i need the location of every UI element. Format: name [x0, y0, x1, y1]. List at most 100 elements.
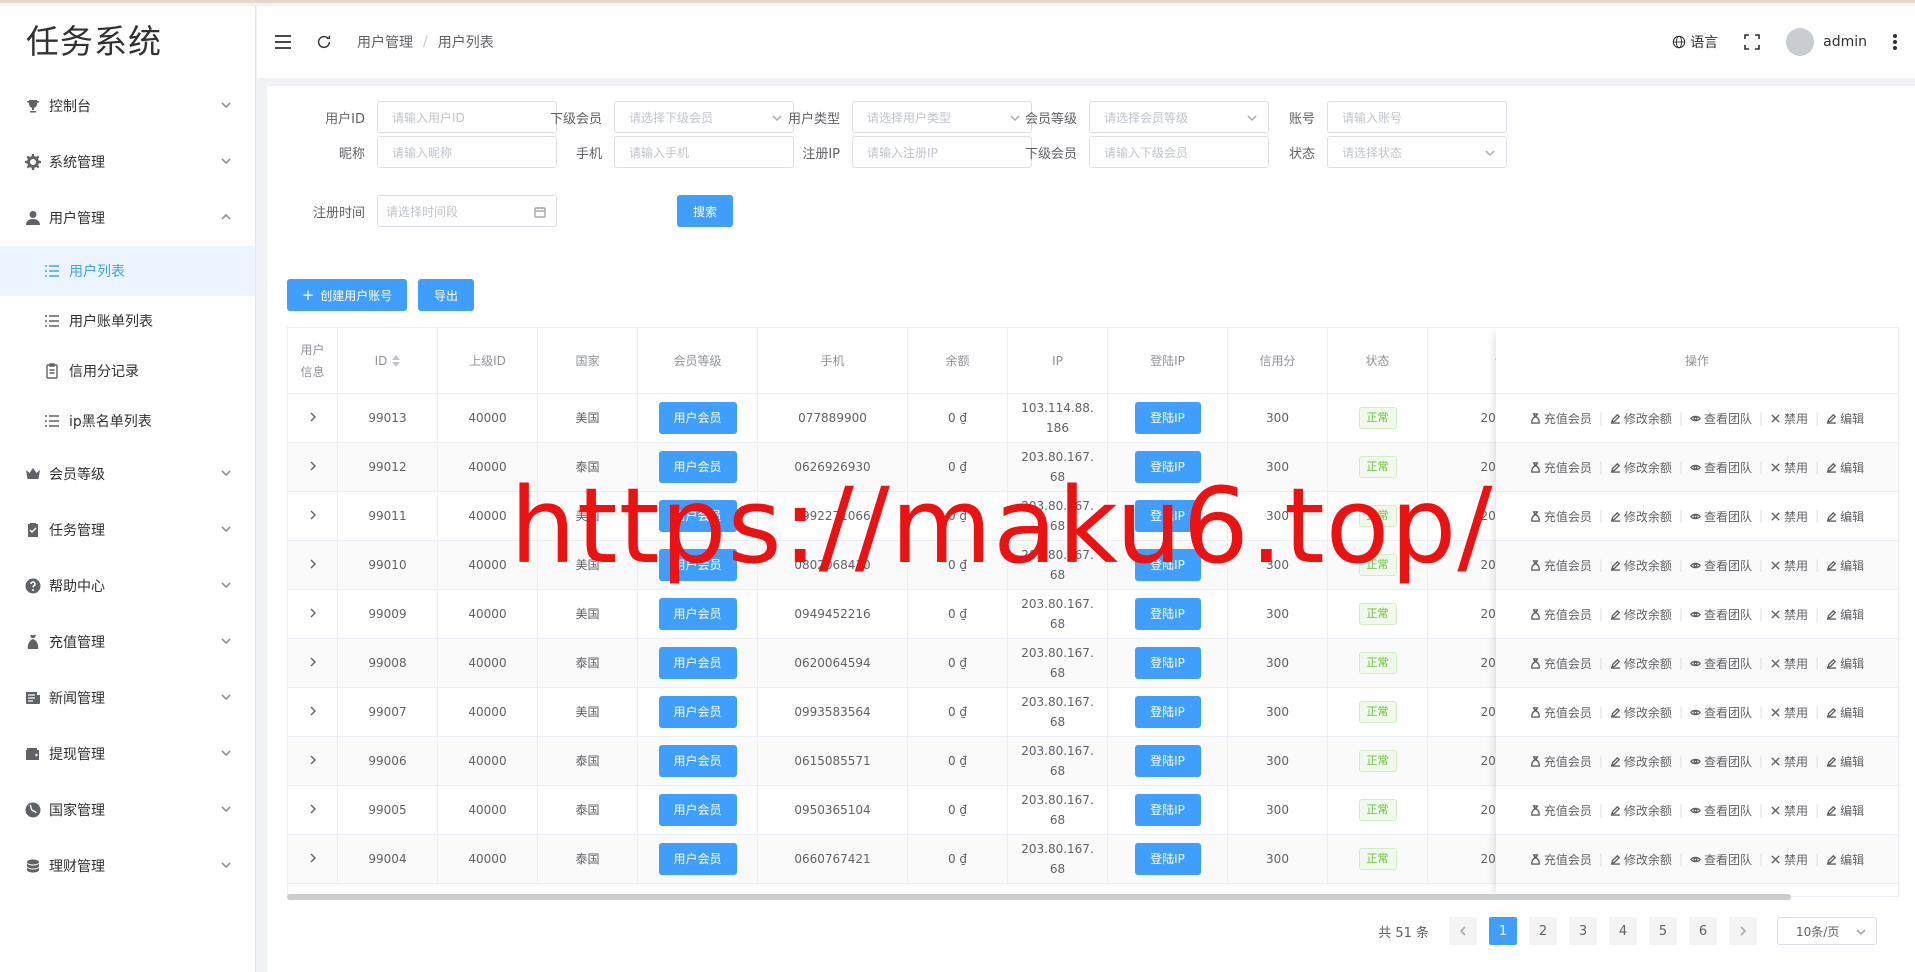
modify-balance-button[interactable]: 修改余额	[1610, 704, 1672, 721]
chevron-right-icon[interactable]	[308, 653, 318, 673]
edit-button[interactable]: 编辑	[1826, 508, 1864, 525]
modify-balance-button[interactable]: 修改余额	[1610, 802, 1672, 819]
page-button[interactable]: 2	[1529, 917, 1557, 945]
refresh-icon[interactable]	[315, 33, 333, 51]
sidebar-item-6[interactable]: 充值管理	[0, 614, 255, 670]
page-button[interactable]: 5	[1649, 917, 1677, 945]
disable-button[interactable]: 禁用	[1770, 606, 1808, 623]
disable-button[interactable]: 禁用	[1770, 704, 1808, 721]
chevron-right-icon[interactable]	[308, 849, 318, 869]
page-button[interactable]: 4	[1609, 917, 1637, 945]
view-team-button[interactable]: 查看团队	[1690, 704, 1752, 721]
sidebar-item-2[interactable]: 用户管理	[0, 190, 255, 246]
sidebar-item-1[interactable]: 系统管理	[0, 134, 255, 190]
prev-page-button[interactable]	[1449, 917, 1477, 945]
chevron-right-icon[interactable]	[308, 457, 318, 477]
recharge-member-button[interactable]: 充值会员	[1530, 557, 1592, 574]
sidebar-subitem-1[interactable]: 用户账单列表	[0, 296, 255, 346]
view-team-button[interactable]: 查看团队	[1690, 557, 1752, 574]
view-team-button[interactable]: 查看团队	[1690, 802, 1752, 819]
chevron-right-icon[interactable]	[308, 751, 318, 771]
page-button[interactable]: 6	[1689, 917, 1717, 945]
edit-button[interactable]: 编辑	[1826, 655, 1864, 672]
sidebar-subitem-2[interactable]: 信用分记录	[0, 346, 255, 396]
view-team-button[interactable]: 查看团队	[1690, 459, 1752, 476]
recharge-member-button[interactable]: 充值会员	[1530, 802, 1592, 819]
modify-balance-button[interactable]: 修改余额	[1610, 459, 1672, 476]
member-level-button[interactable]: 用户会员	[658, 696, 737, 728]
sidebar-item-4[interactable]: 任务管理	[0, 502, 255, 558]
member-level-button[interactable]: 用户会员	[658, 794, 737, 826]
sidebar-item-3[interactable]: 会员等级	[0, 446, 255, 502]
login-ip-button[interactable]: 登陆IP	[1134, 402, 1201, 434]
chevron-right-icon[interactable]	[308, 506, 318, 526]
chevron-right-icon[interactable]	[308, 702, 318, 722]
modify-balance-button[interactable]: 修改余额	[1610, 410, 1672, 427]
member-level-button[interactable]: 用户会员	[658, 598, 737, 630]
recharge-member-button[interactable]: 充值会员	[1530, 410, 1592, 427]
fullscreen-icon[interactable]	[1744, 34, 1760, 50]
member-level-button[interactable]: 用户会员	[658, 500, 737, 532]
disable-button[interactable]: 禁用	[1770, 557, 1808, 574]
recharge-member-button[interactable]: 充值会员	[1530, 851, 1592, 868]
breadcrumb-item-user-management[interactable]: 用户管理	[357, 32, 413, 52]
edit-button[interactable]: 编辑	[1826, 851, 1864, 868]
username[interactable]: admin	[1823, 34, 1867, 50]
recharge-member-button[interactable]: 充值会员	[1530, 508, 1592, 525]
recharge-member-button[interactable]: 充值会员	[1530, 655, 1592, 672]
chevron-right-icon[interactable]	[308, 604, 318, 624]
view-team-button[interactable]: 查看团队	[1690, 655, 1752, 672]
sidebar-subitem-0[interactable]: 用户列表	[0, 246, 255, 296]
next-page-button[interactable]	[1729, 917, 1757, 945]
modify-balance-button[interactable]: 修改余额	[1610, 557, 1672, 574]
column-header-id[interactable]: ID	[338, 328, 438, 393]
date-range-picker[interactable]: 请选择时间段	[377, 195, 557, 227]
sidebar-item-5[interactable]: 帮助中心	[0, 558, 255, 614]
member-level-button[interactable]: 用户会员	[658, 451, 737, 483]
search-button[interactable]: 搜索	[677, 195, 733, 227]
view-team-button[interactable]: 查看团队	[1690, 753, 1752, 770]
member-level-button[interactable]: 用户会员	[658, 402, 737, 434]
hamburger-icon[interactable]	[273, 32, 293, 52]
login-ip-button[interactable]: 登陆IP	[1134, 647, 1201, 679]
page-button[interactable]: 1	[1489, 917, 1517, 945]
disable-button[interactable]: 禁用	[1770, 655, 1808, 672]
create-user-button[interactable]: + 创建用户账号	[287, 279, 407, 311]
login-ip-button[interactable]: 登陆IP	[1134, 745, 1201, 777]
login-ip-button[interactable]: 登陆IP	[1134, 696, 1201, 728]
view-team-button[interactable]: 查看团队	[1690, 410, 1752, 427]
sidebar-item-10[interactable]: 理财管理	[0, 838, 255, 894]
edit-button[interactable]: 编辑	[1826, 557, 1864, 574]
disable-button[interactable]: 禁用	[1770, 459, 1808, 476]
language-switch[interactable]: 语言	[1672, 32, 1718, 52]
avatar[interactable]	[1786, 28, 1815, 56]
view-team-button[interactable]: 查看团队	[1690, 508, 1752, 525]
edit-button[interactable]: 编辑	[1826, 753, 1864, 770]
edit-button[interactable]: 编辑	[1826, 704, 1864, 721]
disable-button[interactable]: 禁用	[1770, 753, 1808, 770]
edit-button[interactable]: 编辑	[1826, 410, 1864, 427]
login-ip-button[interactable]: 登陆IP	[1134, 843, 1201, 875]
sidebar-item-8[interactable]: 提现管理	[0, 726, 255, 782]
page-size-select[interactable]: 10条/页	[1777, 917, 1877, 945]
page-button[interactable]: 3	[1569, 917, 1597, 945]
login-ip-button[interactable]: 登陆IP	[1134, 500, 1201, 532]
login-ip-button[interactable]: 登陆IP	[1134, 598, 1201, 630]
horizontal-scrollbar[interactable]	[287, 894, 1791, 900]
modify-balance-button[interactable]: 修改余额	[1610, 508, 1672, 525]
member-level-button[interactable]: 用户会员	[658, 549, 737, 581]
member-level-button[interactable]: 用户会员	[658, 843, 737, 875]
chevron-right-icon[interactable]	[308, 800, 318, 820]
modify-balance-button[interactable]: 修改余额	[1610, 851, 1672, 868]
recharge-member-button[interactable]: 充值会员	[1530, 459, 1592, 476]
chevron-right-icon[interactable]	[308, 555, 318, 575]
more-vertical-icon[interactable]	[1893, 34, 1897, 50]
sidebar-item-7[interactable]: 新闻管理	[0, 670, 255, 726]
edit-button[interactable]: 编辑	[1826, 459, 1864, 476]
recharge-member-button[interactable]: 充值会员	[1530, 704, 1592, 721]
modify-balance-button[interactable]: 修改余额	[1610, 753, 1672, 770]
sidebar-subitem-3[interactable]: ip黑名单列表	[0, 396, 255, 446]
view-team-button[interactable]: 查看团队	[1690, 851, 1752, 868]
view-team-button[interactable]: 查看团队	[1690, 606, 1752, 623]
member-level-button[interactable]: 用户会员	[658, 647, 737, 679]
